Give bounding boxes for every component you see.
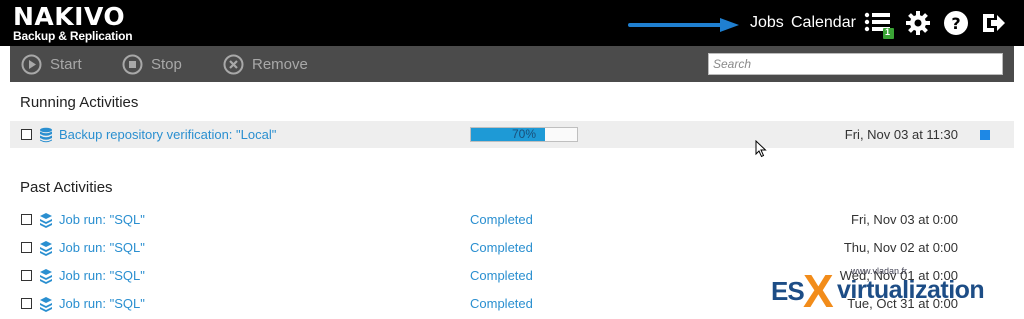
nakivo-logo[interactable]: NAKIVO Backup & Replication	[13, 2, 133, 43]
activity-name-link[interactable]: Job run: "SQL"	[59, 240, 145, 255]
activities-button[interactable]: 1	[864, 10, 894, 39]
activity-date: Thu, Nov 02 at 0:00	[843, 240, 958, 255]
watermark-logo: www.vladan.fr ES X virtualization	[771, 262, 1024, 319]
running-activities-title: Running Activities	[20, 94, 139, 111]
job-stack-icon	[40, 213, 52, 228]
row-checkbox[interactable]	[21, 242, 32, 253]
watermark-x: X	[803, 265, 834, 317]
app-header: NAKIVO Backup & Replication Jobs Calenda…	[0, 0, 1024, 46]
start-label: Start	[50, 55, 82, 73]
play-icon	[21, 54, 42, 74]
activity-date: Fri, Nov 03 at 11:30	[844, 127, 958, 142]
running-activity-row[interactable]: Backup repository verification: "Local" …	[10, 121, 1014, 148]
remove-label: Remove	[252, 55, 308, 73]
watermark-es: ES	[771, 276, 805, 306]
annotation-arrow	[628, 18, 739, 32]
job-stack-icon	[40, 241, 52, 256]
search-input[interactable]	[708, 53, 1003, 75]
logo-main-text: NAKIVO	[13, 2, 126, 31]
gear-icon[interactable]	[905, 10, 931, 36]
past-activity-row[interactable]: Job run: "SQL" Completed Thu, Nov 02 at 0:…	[10, 234, 1014, 261]
activity-status: Completed	[470, 212, 533, 227]
activity-name-link[interactable]: Job run: "SQL"	[59, 268, 145, 283]
past-activities-title: Past Activities	[20, 179, 113, 196]
start-button[interactable]: Start	[21, 53, 82, 75]
activity-name-link[interactable]: Backup repository verification: "Local"	[59, 127, 276, 142]
mouse-cursor	[755, 140, 767, 158]
progress-bar: 70%	[470, 127, 578, 142]
activity-name-link[interactable]: Job run: "SQL"	[59, 296, 145, 311]
remove-button[interactable]: Remove	[223, 53, 308, 75]
activity-name-link[interactable]: Job run: "SQL"	[59, 212, 145, 227]
row-checkbox[interactable]	[21, 129, 32, 140]
activity-status: Completed	[470, 240, 533, 255]
job-stack-icon	[40, 297, 52, 312]
past-activity-row[interactable]: Job run: "SQL" Completed Fri, Nov 03 at 0:…	[10, 206, 1014, 233]
watermark-virtualization: virtualization	[837, 276, 985, 304]
help-icon[interactable]: ?	[943, 10, 969, 36]
action-toolbar: Start Stop Remove	[10, 46, 1014, 82]
row-checkbox[interactable]	[21, 270, 32, 281]
watermark-site: www.vladan.fr	[851, 266, 908, 276]
activity-status: Completed	[470, 268, 533, 283]
logout-icon[interactable]	[980, 10, 1006, 36]
job-stack-icon	[40, 269, 52, 284]
row-checkbox[interactable]	[21, 298, 32, 309]
activity-status: Completed	[470, 296, 533, 311]
logo-sub-text: Backup & Replication	[13, 29, 133, 43]
svg-text:?: ?	[951, 14, 960, 33]
stop-activity-button[interactable]	[980, 130, 990, 140]
activities-badge: 1	[885, 27, 891, 37]
nav-calendar[interactable]: Calendar	[791, 14, 856, 32]
activity-date: Fri, Nov 03 at 0:00	[851, 212, 958, 227]
stop-icon	[122, 54, 143, 74]
repository-icon	[40, 127, 52, 143]
progress-text: 70%	[511, 127, 537, 141]
stop-label: Stop	[151, 55, 182, 73]
remove-icon	[223, 54, 244, 74]
stop-button[interactable]: Stop	[122, 53, 182, 75]
row-checkbox[interactable]	[21, 214, 32, 225]
nav-jobs[interactable]: Jobs	[750, 14, 784, 32]
